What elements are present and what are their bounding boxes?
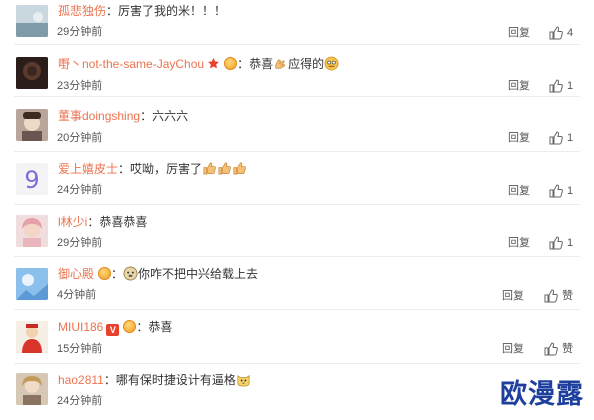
timestamp: 15分钟前 [57,343,103,355]
colon: ： [140,109,153,123]
timestamp: 29分钟前 [57,237,103,249]
divider [14,309,580,310]
cat-face-emoji [237,375,250,387]
divider [14,44,580,45]
doge-emoji [123,266,138,281]
comment-text: 厉害了我的米！！！ [118,4,227,18]
comment-text: 恭喜 [148,320,173,334]
thumbs-up-icon [549,79,563,93]
thumbs-up-icon [549,184,563,198]
divider [14,204,580,205]
comment-text: 应得的 [288,57,325,71]
thumbs-up-emoji [218,162,231,175]
avatar[interactable] [16,57,48,89]
like-count: 1 [567,237,574,249]
thumbs-up-icon [549,26,563,40]
divider [14,256,580,257]
comment-item: 9 爱上嬉皮士：哎呦，厉害了 24分钟前 回复 1 [0,157,594,209]
username-link[interactable]: hao2811 [58,373,104,387]
thumbs-up-icon [544,342,558,356]
thumbs-up-emoji [203,162,216,175]
comment-list: 孤悲独伤：厉害了我的米！！！ 29分钟前 回复 4 嘢丶not-the-same… [0,0,594,416]
colon: ： [106,4,119,18]
avatar[interactable] [16,373,48,405]
reply-button[interactable]: 回复 [508,79,530,93]
divider [14,363,580,364]
colon: ： [87,215,100,229]
comment-text: 哪有保时捷设计有逼格 [115,373,236,387]
timestamp: 23分钟前 [57,80,103,92]
reply-button[interactable]: 回复 [508,184,530,198]
member-badge-icon [224,57,238,70]
comment-text: 恭喜恭喜 [99,215,148,229]
username-link[interactable]: 爱上嬉皮士 [58,162,118,176]
comment-item: 董事doingshing：六六六 20分钟前 回复 1 [0,104,594,156]
comment-item: l林少i：恭喜恭喜 29分钟前 回复 1 [0,210,594,262]
like-label: 赞 [562,290,573,302]
avatar[interactable] [16,215,48,247]
reply-button[interactable]: 回复 [502,342,524,356]
reply-button[interactable]: 回复 [508,26,530,40]
username-link[interactable]: l林少i [58,215,87,229]
watermark: 欧漫露 [500,379,584,410]
divider [14,151,580,152]
comment-text: 恭喜 [249,57,274,71]
comment-text: 你咋不把中兴给载上去 [138,267,259,281]
like-count: 1 [567,132,574,144]
star-icon [208,57,220,69]
like-button[interactable]: 4 [549,26,573,40]
svg-text:9: 9 [24,166,39,194]
timestamp: 24分钟前 [57,184,103,196]
username-link[interactable]: 孤悲独伤 [58,4,106,18]
colon: ： [103,373,116,387]
avatar[interactable] [16,109,48,141]
avatar[interactable] [16,321,48,353]
avatar[interactable] [16,5,48,37]
comment-text: 六六六 [152,109,189,123]
reply-button[interactable]: 回复 [502,289,524,303]
divider [14,96,580,97]
avatar[interactable] [16,268,48,300]
thumbs-up-icon [544,289,558,303]
like-label: 赞 [562,343,573,355]
colon: ： [136,320,149,334]
colon: ： [118,162,131,176]
like-button[interactable]: 赞 [544,289,573,303]
timestamp: 4分钟前 [57,289,97,301]
like-count: 1 [567,80,574,92]
comment-item: 御心殿 ： 你咋不把中兴给载上去 4分钟前 回复 赞 [0,263,594,315]
like-count: 1 [567,185,574,197]
clap-emoji [275,59,286,69]
reply-button[interactable]: 回复 [508,131,530,145]
like-button[interactable]: 赞 [544,342,573,356]
comment-item: MIUI186 V ：恭喜 15分钟前 回复 赞 [0,315,594,367]
like-button[interactable]: 1 [549,131,573,145]
member-badge-icon [98,267,112,280]
username-link[interactable]: MIUI186 [58,320,103,334]
like-button[interactable]: 1 [549,184,573,198]
like-count: 4 [567,27,574,39]
thumbs-up-icon [549,131,563,145]
comment-text: 哎呦，厉害了 [130,162,203,176]
like-button[interactable]: 1 [549,236,573,250]
member-badge-icon [123,320,137,333]
timestamp: 24分钟前 [57,395,103,407]
thumbs-up-icon [549,236,563,250]
username-link[interactable]: 嘢丶not-the-same-JayChou [58,57,204,71]
good-emoji [324,56,339,71]
username-link[interactable]: 董事doingshing [58,109,140,123]
thumbs-up-emoji [233,162,246,175]
timestamp: 20分钟前 [57,132,103,144]
colon: ： [111,267,124,281]
timestamp: 29分钟前 [57,26,103,38]
username-link[interactable]: 御心殿 [58,267,94,281]
colon: ： [237,57,250,71]
avatar[interactable]: 9 [16,163,48,195]
reply-button[interactable]: 回复 [508,236,530,250]
like-button[interactable]: 1 [549,79,573,93]
vip-v-icon: V [106,324,120,336]
